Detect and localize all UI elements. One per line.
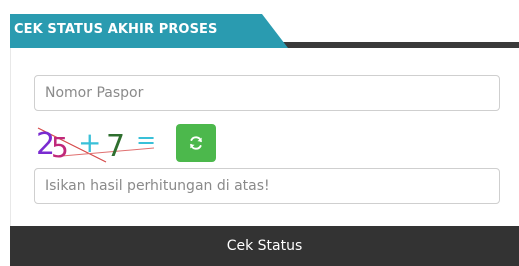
captcha-refresh-button[interactable] <box>176 124 216 162</box>
check-status-button[interactable]: Cek Status <box>10 226 519 266</box>
passport-number-input[interactable] <box>34 75 500 111</box>
panel-title: CEK STATUS AKHIR PROSES <box>14 22 218 37</box>
captcha-char: 5 <box>51 131 69 164</box>
header-tab: CEK STATUS AKHIR PROSES <box>10 14 288 48</box>
captcha-char: + <box>78 126 101 159</box>
refresh-icon <box>190 136 202 150</box>
captcha-answer-input[interactable] <box>34 168 500 204</box>
check-status-label: Cek Status <box>226 238 303 254</box>
captcha-char: = <box>136 126 156 154</box>
captcha-char: 7 <box>106 129 125 164</box>
status-panel: CEK STATUS AKHIR PROSES 2 5 + 7 = Cek St… <box>0 0 519 266</box>
captcha-image: 2 5 + 7 = <box>36 126 156 164</box>
panel-header: CEK STATUS AKHIR PROSES <box>10 14 519 48</box>
